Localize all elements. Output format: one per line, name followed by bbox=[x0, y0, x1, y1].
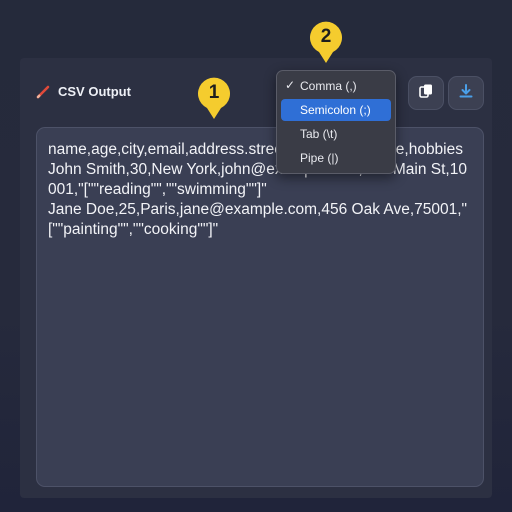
marker-number: 1 bbox=[208, 82, 220, 103]
annotation-marker-2: 2 bbox=[308, 20, 344, 64]
panel-header: CSV Output bbox=[36, 84, 131, 99]
menu-item-semicolon[interactable]: Semicolon (;) bbox=[281, 99, 391, 121]
checkmark-icon: ✓ bbox=[285, 78, 296, 92]
menu-item-label: Pipe (|) bbox=[300, 151, 339, 165]
marker-number: 2 bbox=[320, 26, 332, 47]
copy-button[interactable] bbox=[408, 76, 444, 110]
menu-item-label: Tab (\t) bbox=[300, 127, 338, 141]
app-window: CSV Output name,age,city,email,address.s… bbox=[0, 0, 512, 512]
annotation-marker-1: 1 bbox=[196, 76, 232, 120]
menu-item-label: Semicolon (;) bbox=[300, 103, 371, 117]
download-icon bbox=[458, 83, 474, 104]
delimiter-dropdown-menu: ✓ Comma (,) Semicolon (;) Tab (\t) Pipe … bbox=[276, 70, 396, 174]
copy-icon bbox=[418, 83, 434, 104]
pencil-icon bbox=[36, 85, 50, 99]
csv-output-textarea[interactable]: name,age,city,email,address.street,addre… bbox=[36, 127, 484, 487]
menu-item-pipe[interactable]: Pipe (|) bbox=[281, 147, 391, 169]
menu-item-label: Comma (,) bbox=[300, 79, 357, 93]
menu-item-tab[interactable]: Tab (\t) bbox=[281, 123, 391, 145]
menu-item-comma[interactable]: ✓ Comma (,) bbox=[281, 75, 391, 97]
download-button[interactable] bbox=[448, 76, 484, 110]
panel-title: CSV Output bbox=[58, 84, 131, 99]
